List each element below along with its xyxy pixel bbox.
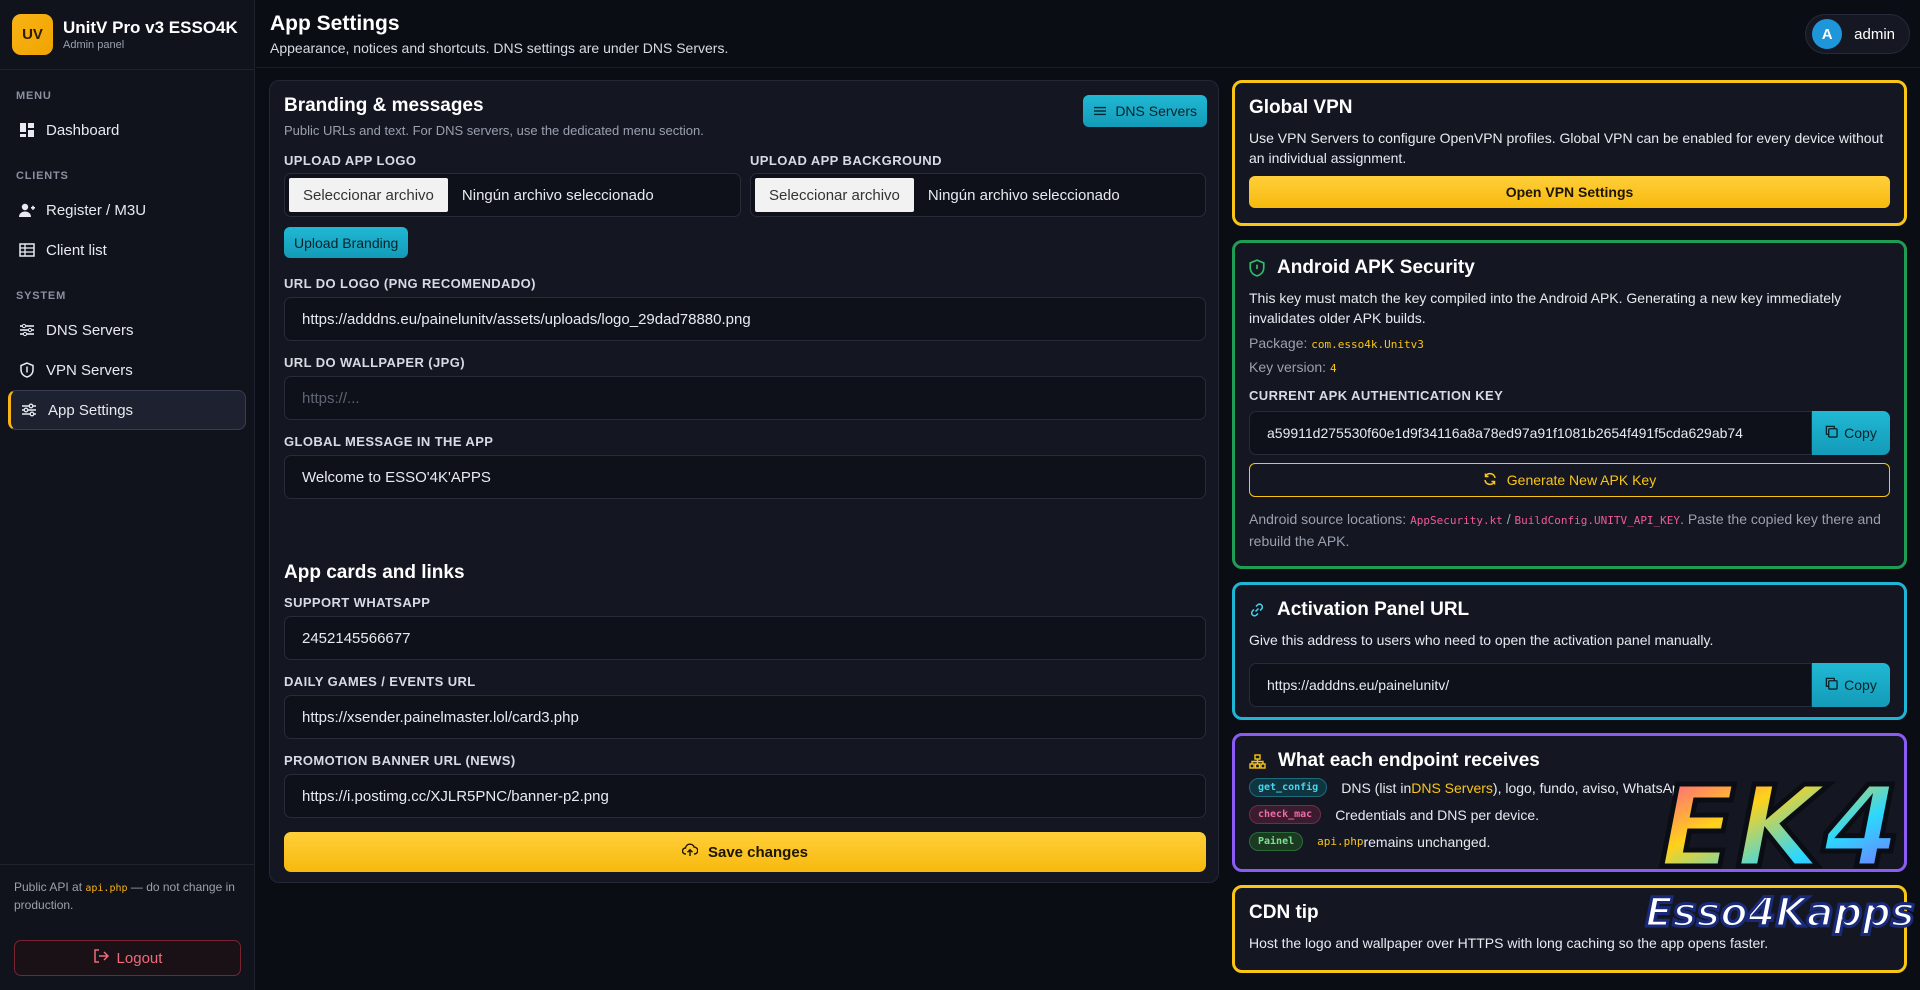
sidebar-item-client-list[interactable]: Client list [8,230,246,270]
whatsapp-label: SUPPORT WHATSAPP [284,595,431,610]
activation-url-input[interactable]: https://adddns.eu/painelunitv/ [1249,663,1812,707]
key-version-info: Key version: 4 [1249,359,1337,375]
upload-logo-label: UPLOAD APP LOGO [284,153,417,168]
sidebar: UV UnitV Pro v3 ESSO4K Admin panel MENU … [0,0,255,990]
user-menu[interactable]: A admin [1805,14,1910,54]
cloud-upload-icon [681,843,699,861]
sliders-icon [20,401,38,419]
apk-security-text: This key must match the key compiled int… [1249,290,1842,326]
global-message-label: GLOBAL MESSAGE IN THE APP [284,434,494,449]
promo-url-input[interactable]: https://i.postimg.cc/XJLR5PNC/banner-p2.… [284,774,1206,818]
endpoints-title: What each endpoint receives [1278,750,1540,771]
activation-title: Activation Panel URL [1277,599,1470,620]
topbar: App Settings Appearance, notices and sho… [256,0,1920,68]
brand-logo: UV [12,14,53,55]
activation-url-card: Activation Panel URL Give this address t… [1232,582,1907,720]
table-icon [18,241,36,259]
nav-section-menu: MENU [16,90,52,102]
apk-key-input[interactable]: a59911d275530f60e1d9f34116a8a78ed97a91f1… [1249,411,1812,455]
sidebar-item-label: Client list [46,241,107,259]
logo-line2: Esso4Kapps [1645,890,1914,936]
server-icon [1093,105,1107,117]
copy-icon [1825,425,1838,441]
link-icon [1249,602,1265,618]
global-vpn-text: Use VPN Servers to configure OpenVPN pro… [1249,130,1884,166]
generate-apk-key-button[interactable]: Generate New APK Key [1249,463,1890,497]
endpoint-tag: check_mac [1249,805,1322,824]
upload-logo-input[interactable]: Seleccionar archivo Ningún archivo selec… [284,173,741,217]
avatar: A [1812,19,1843,49]
sidebar-item-label: App Settings [48,401,134,419]
sidebar-item-label: Dashboard [46,121,120,139]
logout-icon [93,949,109,967]
endpoint-tag: get_config [1249,778,1328,797]
page-subtitle: Appearance, notices and shortcuts. DNS s… [270,40,729,56]
logo-line1: EK4 [1659,763,1900,893]
games-url-label: DAILY GAMES / EVENTS URL [284,674,476,689]
upload-background-label: UPLOAD APP BACKGROUND [750,153,942,168]
dns-servers-button[interactable]: DNS Servers [1083,95,1207,127]
sidebar-item-label: VPN Servers [46,361,133,379]
brand-subtitle: Admin panel [63,39,125,51]
dashboard-icon [18,121,36,139]
dns-servers-link[interactable]: DNS Servers [1411,780,1493,796]
promo-url-label: PROMOTION BANNER URL (NEWS) [284,753,516,768]
user-name: admin [1854,25,1895,43]
brand-title: UnitV Pro v3 ESSO4K [63,18,238,37]
copy-activation-url-button[interactable]: Copy [1812,663,1890,707]
games-url-input[interactable]: https://xsender.painelmaster.lol/card3.p… [284,695,1206,739]
sidebar-footer: Public API at api.php — do not change in… [0,864,255,990]
logout-button[interactable]: Logout [14,940,241,976]
open-vpn-settings-button[interactable]: Open VPN Settings [1249,176,1890,208]
apk-key-label: CURRENT APK AUTHENTICATION KEY [1249,388,1504,403]
api-note: Public API at api.php — do not change in… [14,880,235,912]
apk-source-note: Android source locations: AppSecurity.kt… [1249,511,1881,549]
sidebar-item-register[interactable]: Register / M3U [8,190,246,230]
file-select-button[interactable]: Seleccionar archivo [755,178,914,212]
upload-background-input[interactable]: Seleccionar archivo Ningún archivo selec… [750,173,1206,217]
nav-section-system: SYSTEM [16,290,67,302]
sidebar-item-dashboard[interactable]: Dashboard [8,110,246,150]
package-info: Package: com.esso4k.Unitv3 [1249,335,1424,351]
shield-icon [18,361,36,379]
branding-title: Branding & messages [284,95,484,116]
logo-url-input[interactable]: https://adddns.eu/painelunitv/assets/upl… [284,297,1206,341]
global-vpn-card: Global VPN Use VPN Servers to configure … [1232,80,1907,226]
endpoint-tag: Painel [1249,832,1304,851]
page-title: App Settings [270,12,400,35]
apk-security-card: Android APK Security This key must match… [1232,240,1907,569]
refresh-icon [1483,472,1497,489]
wallpaper-url-input[interactable]: https://... [284,376,1206,420]
global-vpn-title: Global VPN [1249,97,1353,118]
sidebar-item-label: Register / M3U [46,201,147,219]
file-select-button[interactable]: Seleccionar archivo [289,178,448,212]
sidebar-item-vpn-servers[interactable]: VPN Servers [8,350,246,390]
brand: UV UnitV Pro v3 ESSO4K Admin panel [0,0,254,70]
nav-section-clients: CLIENTS [16,170,69,182]
apk-security-title: Android APK Security [1277,257,1475,278]
upload-branding-button[interactable]: Upload Branding [284,227,409,258]
sitemap-icon [1249,753,1266,769]
global-message-input[interactable]: Welcome to ESSO'4K'APPS [284,455,1206,499]
app-cards-title: App cards and links [284,562,465,583]
whatsapp-input[interactable]: 2452145566677 [284,616,1206,660]
save-changes-button[interactable]: Save changes [284,832,1206,872]
user-plus-icon [18,201,36,219]
activation-text: Give this address to users who need to o… [1249,632,1714,648]
branding-subtitle: Public URLs and text. For DNS servers, u… [284,123,704,138]
sidebar-item-label: DNS Servers [46,321,134,339]
esso4kapps-logo: EK4 Esso4Kapps [1644,761,1916,938]
server-icon [18,321,36,339]
wallpaper-url-label: URL DO WALLPAPER (JPG) [284,355,465,370]
logo-url-label: URL DO LOGO (PNG RECOMENDADO) [284,276,536,291]
shield-icon [1249,259,1265,277]
branding-card: Branding & messages Public URLs and text… [269,80,1219,883]
sidebar-item-app-settings[interactable]: App Settings [8,390,246,430]
copy-icon [1825,677,1838,693]
sidebar-item-dns-servers[interactable]: DNS Servers [8,310,246,350]
copy-apk-key-button[interactable]: Copy [1812,411,1890,455]
